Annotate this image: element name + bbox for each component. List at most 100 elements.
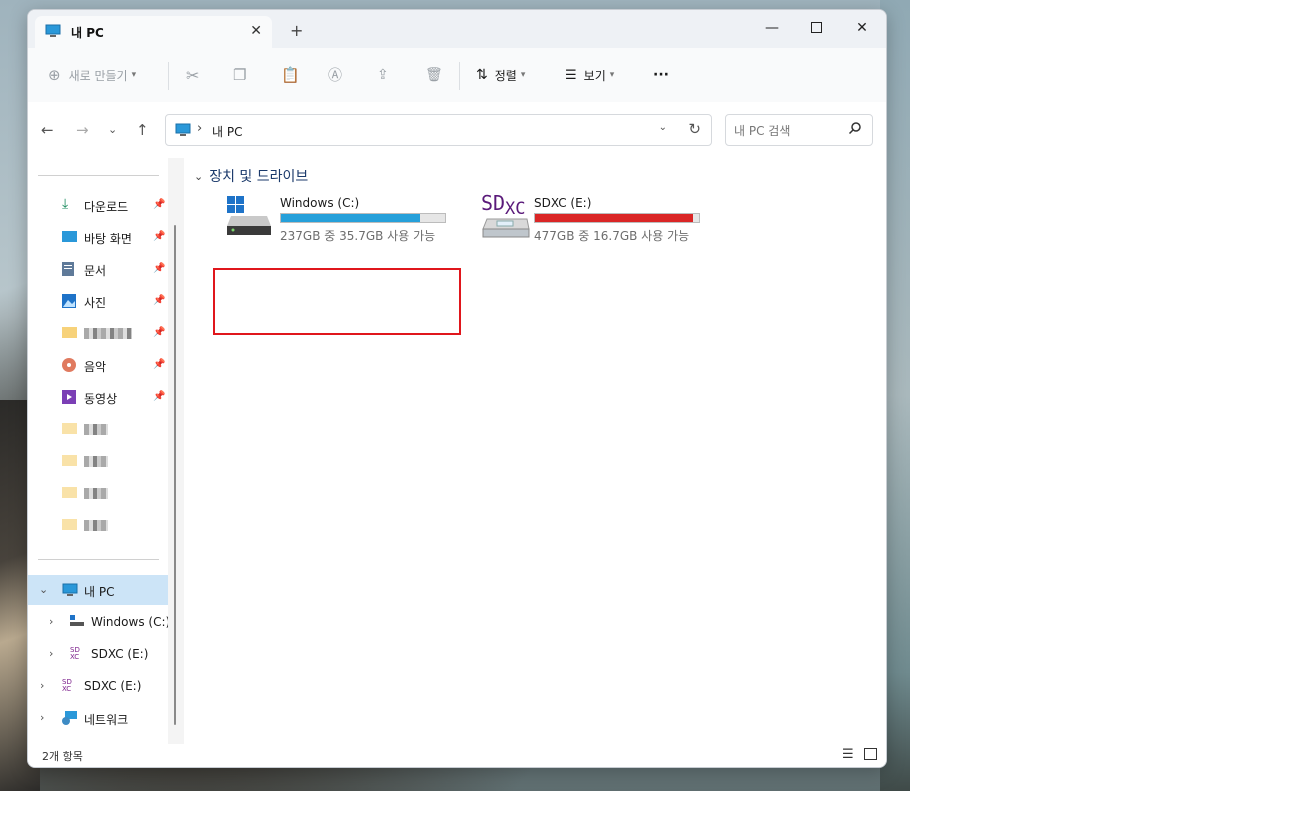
chevron-right-icon[interactable]: › (49, 615, 53, 628)
drive-name: Windows (C:) (280, 196, 360, 210)
sidebar-item-this-pc[interactable]: ⌄ 내 PC (28, 575, 168, 605)
chevron-down-icon: ⌄ (194, 169, 204, 183)
navigation-pane: ⤓ 다운로드 📌 바탕 화면 📌 문서 📌 사진 📌 📌 음악 📌 동영상 📌 … (28, 158, 171, 744)
sidebar-scrollbar[interactable] (168, 158, 184, 744)
view-list-icon: ☰ (565, 67, 577, 83)
sidebar-item-blurred-folder[interactable] (28, 478, 168, 508)
search-input[interactable] (732, 121, 846, 141)
sidebar-item-blurred-folder[interactable] (28, 414, 168, 444)
folder-icon (62, 486, 77, 500)
copy-icon: ❐ (233, 66, 247, 84)
sidebar-item-downloads[interactable]: ⤓ 다운로드 📌 (28, 190, 168, 220)
file-explorer-window: 내 PC ✕ + — ✕ ⊕ 새로 만들기 ▾ ✂ ❐ 📋 Ⓐ ⇪ 🗑 ⇅ 정렬… (27, 9, 887, 768)
sidebar-scrollbar-thumb[interactable] (174, 225, 176, 725)
up-arrow-icon[interactable]: ↑ (136, 121, 149, 139)
close-tab-icon[interactable]: ✕ (250, 23, 262, 39)
chevron-down-icon[interactable]: ⌄ (39, 583, 48, 596)
close-window-icon[interactable]: ✕ (840, 14, 884, 42)
sidebar-item-network[interactable]: › 네트워크 (28, 703, 168, 733)
pin-icon[interactable]: 📌 (153, 327, 165, 338)
share-button[interactable]: ⇪ (377, 48, 389, 102)
sidebar-item-blurred-folder[interactable] (28, 510, 168, 540)
folder-icon (62, 518, 77, 532)
sort-button[interactable]: ⇅ 정렬 ▾ (476, 48, 525, 102)
copy-button[interactable]: ❐ (233, 48, 246, 102)
sidebar-item-label: Windows (C:) (91, 615, 171, 629)
sidebar-item-pictures[interactable]: 사진 📌 (28, 286, 168, 316)
sort-arrows-icon: ⇅ (476, 67, 488, 83)
rename-button[interactable]: Ⓐ (328, 48, 342, 102)
drive-usage-bar (534, 213, 700, 223)
pin-icon[interactable]: 📌 (153, 263, 165, 274)
chevron-right-icon[interactable]: › (49, 647, 53, 660)
network-icon (62, 711, 77, 725)
this-pc-icon (175, 123, 191, 140)
more-icon: ··· (653, 67, 669, 83)
sdxc-icon: SD XC (70, 646, 80, 661)
drive-usage-bar (280, 213, 446, 223)
drive-c-icon (227, 196, 273, 239)
sidebar-item-label: SDXC (E:) (84, 679, 142, 693)
forward-arrow-icon[interactable]: → (76, 121, 89, 139)
pin-icon[interactable]: 📌 (153, 359, 165, 370)
sidebar-item-music[interactable]: 음악 📌 (28, 350, 168, 380)
sidebar-item-label: 네트워크 (84, 713, 129, 727)
sidebar-item-blurred-folder[interactable]: 📌 (28, 318, 168, 348)
address-row: ← → ⌄ ↑ › 내 PC ⌄ ↻ (28, 102, 886, 158)
chevron-right-icon[interactable]: › (40, 711, 44, 724)
refresh-icon[interactable]: ↻ (688, 120, 701, 138)
chevron-right-icon[interactable]: › (40, 679, 44, 692)
sidebar-item-windows-c[interactable]: › Windows (C:) (28, 607, 171, 637)
folder-icon (62, 326, 77, 340)
back-arrow-icon[interactable]: ← (41, 121, 54, 139)
sidebar-item-blurred-folder[interactable] (28, 446, 168, 476)
new-button[interactable]: ⊕ 새로 만들기 ▾ (48, 48, 136, 102)
drive-tile-windows-c[interactable]: Windows (C:) 237GB 중 35.7GB 사용 가능 (227, 196, 457, 252)
view-button[interactable]: ☰ 보기 ▾ (565, 48, 614, 102)
plus-circle-icon: ⊕ (48, 66, 61, 84)
breadcrumb-chevron-icon[interactable]: › (197, 121, 202, 136)
sidebar-item-desktop[interactable]: 바탕 화면 📌 (28, 222, 168, 252)
tab-this-pc[interactable]: 내 PC ✕ (35, 16, 272, 49)
chevron-down-icon: ▾ (131, 70, 137, 80)
paste-button[interactable]: 📋 (281, 48, 300, 102)
chevron-down-icon: ▾ (609, 70, 615, 80)
pin-icon[interactable]: 📌 (153, 231, 165, 242)
more-options-button[interactable]: ··· (653, 48, 669, 102)
xc-logo-text: XC (505, 199, 526, 219)
group-header-devices[interactable]: ⌄ 장치 및 드라이브 (194, 166, 308, 186)
search-icon (848, 121, 862, 138)
minimize-icon[interactable]: — (750, 14, 794, 42)
drive-free-space: 237GB 중 35.7GB 사용 가능 (280, 229, 436, 243)
sidebar-item-videos[interactable]: 동영상 📌 (28, 382, 168, 412)
sd-logo-text: SD (481, 191, 506, 215)
sidebar-item-label: 바탕 화면 (84, 232, 132, 246)
details-view-icon[interactable]: ☰ (842, 747, 854, 762)
tiles-view-icon[interactable] (864, 748, 877, 760)
toolbar-divider (168, 62, 169, 90)
item-count: 2개 항목 (42, 750, 83, 763)
recent-locations-chevron-icon[interactable]: ⌄ (108, 123, 117, 136)
breadcrumb-this-pc[interactable]: 내 PC (212, 123, 242, 140)
drive-tile-sdxc-e[interactable]: SD XC SDXC (E:) 477GB 중 16.7GB 사용 가능 (481, 191, 711, 252)
sidebar-item-documents[interactable]: 문서 📌 (28, 254, 168, 284)
drive-name: SDXC (E:) (534, 196, 592, 210)
address-history-chevron-icon[interactable]: ⌄ (659, 122, 667, 133)
pin-icon[interactable]: 📌 (153, 199, 165, 210)
sidebar-item-sdxc-e-child[interactable]: › SD XC SDXC (E:) (28, 639, 168, 669)
sidebar-item-label: 내 PC (84, 585, 115, 599)
content-pane: ⌄ 장치 및 드라이브 Windows (C:) 237GB 중 35.7GB … (184, 158, 886, 744)
music-icon (62, 358, 76, 372)
scissors-icon: ✂ (186, 65, 200, 85)
maximize-icon[interactable] (794, 14, 838, 42)
address-bar[interactable]: › 내 PC ⌄ ↻ (165, 114, 712, 146)
pin-icon[interactable]: 📌 (153, 295, 165, 306)
sidebar-item-sdxc-e[interactable]: › SD XC SDXC (E:) (28, 671, 168, 701)
cut-button[interactable]: ✂ (186, 48, 199, 102)
delete-button[interactable]: 🗑 (425, 48, 443, 102)
blurred-label (84, 424, 108, 435)
pin-icon[interactable]: 📌 (153, 391, 165, 402)
new-tab-icon[interactable]: + (290, 21, 303, 40)
search-box[interactable] (725, 114, 873, 146)
sdxc-icon: SD XC (62, 678, 72, 693)
